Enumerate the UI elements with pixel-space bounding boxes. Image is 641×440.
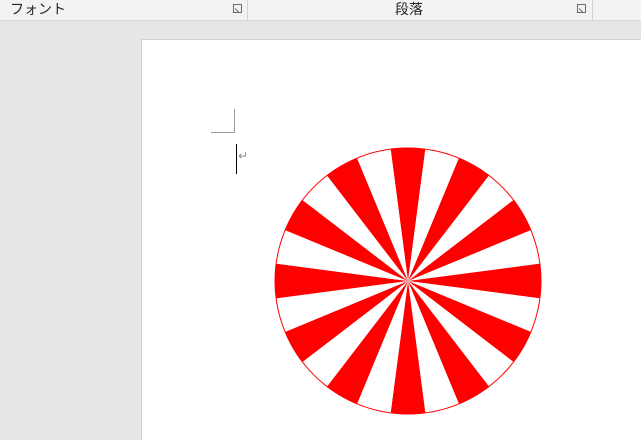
group-separator [592,0,593,21]
document-page[interactable]: ↵ [141,39,641,440]
font-group-label: フォント [10,2,66,18]
paragraph-mark: ↵ [238,149,249,163]
paragraph-group-label: 段落 [395,2,423,18]
document-canvas[interactable]: ↵ [0,21,641,440]
ribbon-group-labels: フォント 段落 [0,0,641,21]
margin-corner-mark [211,109,235,133]
font-dialog-launcher-icon[interactable] [233,4,242,13]
group-separator [247,0,248,21]
text-cursor [236,144,237,174]
sunburst-shape[interactable] [273,146,543,416]
paragraph-dialog-launcher-icon[interactable] [577,4,586,13]
